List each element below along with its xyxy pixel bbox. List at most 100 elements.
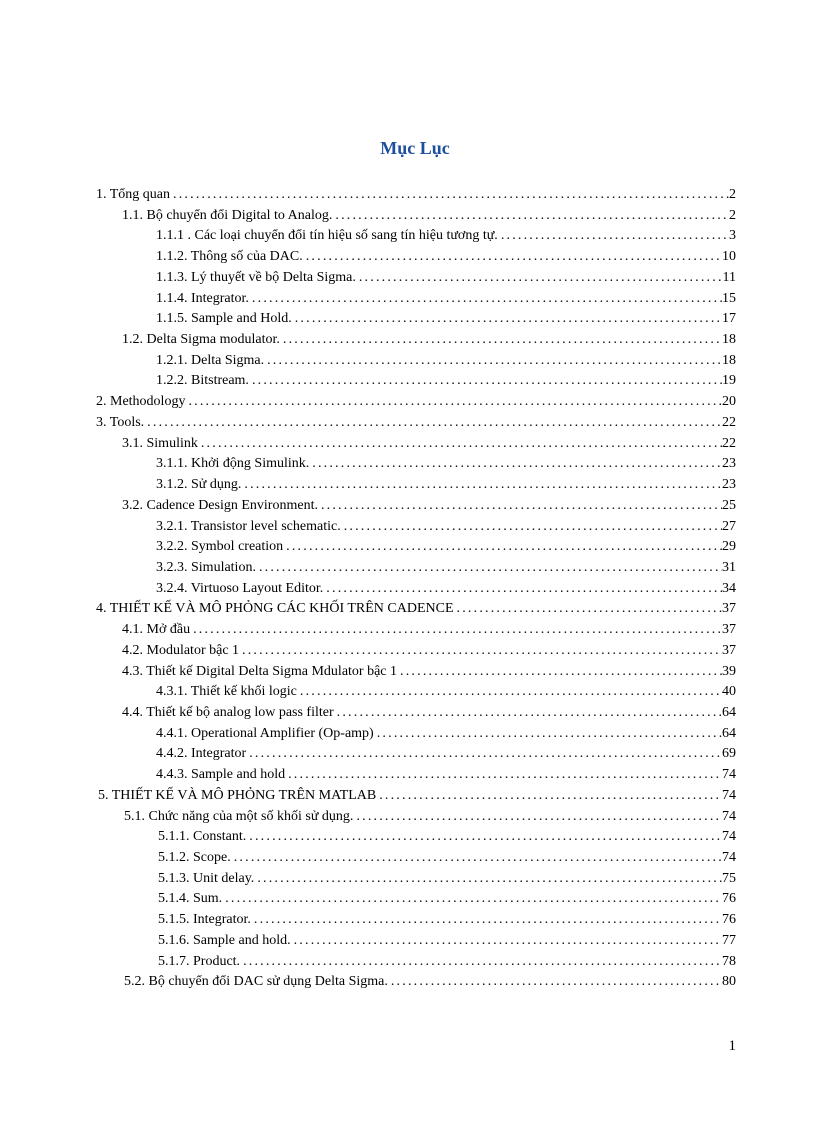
- toc-entry-page: 76: [722, 889, 736, 910]
- toc-entry: 3.1.2. Sử dụng.23: [94, 475, 736, 496]
- toc-entry: 1.2. Delta Sigma modulator.18: [94, 330, 736, 351]
- toc-entry-page: 10: [722, 247, 736, 268]
- toc-entry: 4.4. Thiết kế bộ analog low pass filter6…: [94, 703, 736, 724]
- toc-entry-label: 1.1.1 . Các loại chuyển đổi tín hiệu số …: [156, 226, 498, 247]
- toc-entry-label: 1.1. Bộ chuyển đổi Digital to Analog.: [122, 206, 332, 227]
- toc-entry-label: 4.3.1. Thiết kế khối logic: [156, 682, 297, 703]
- toc-entry-page: 78: [722, 952, 736, 973]
- toc-leader-dots: [240, 952, 722, 973]
- toc-entry: 5.1.4. Sum.76: [94, 889, 736, 910]
- toc-entry: 4.3.1. Thiết kế khối logic 40: [94, 682, 736, 703]
- toc-entry-page: 74: [722, 848, 736, 869]
- toc-entry-label: 5.1. Chức năng của một số khối sử dụng.: [124, 807, 353, 828]
- toc-entry: 1.1.4. Integrator.15: [94, 289, 736, 310]
- toc-entry: 3.2.1. Transistor level schematic. 27: [94, 517, 736, 538]
- toc-entry: 1.1.2. Thông số của DAC. 10: [94, 247, 736, 268]
- toc-leader-dots: [254, 869, 722, 890]
- toc-entry-label: 4.4.1. Operational Amplifier (Op-amp): [156, 724, 374, 745]
- toc-entry-label: 3.2.2. Symbol creation: [156, 537, 283, 558]
- toc-entry-page: 74: [722, 807, 736, 828]
- toc-entry-page: 75: [722, 869, 736, 890]
- toc-leader-dots: [356, 268, 723, 289]
- toc-entry: 3.2.3. Simulation. 31: [94, 558, 736, 579]
- toc-entry-page: 31: [722, 558, 736, 579]
- toc-leader-dots: [231, 848, 722, 869]
- toc-entry-label: 3.2.1. Transistor level schematic.: [156, 517, 341, 538]
- toc-entry: 5.2. Bộ chuyển đổi DAC sử dụng Delta Sig…: [94, 972, 736, 993]
- toc-entry-page: 20: [722, 392, 736, 413]
- toc-entry: 4.4.2. Integrator69: [94, 744, 736, 765]
- toc-entry-page: 74: [722, 786, 736, 807]
- toc-leader-dots: [285, 765, 722, 786]
- toc-entry-label: 5.1.6. Sample and hold.: [158, 931, 291, 952]
- toc-entry-label: 5.2. Bộ chuyển đổi DAC sử dụng Delta Sig…: [124, 972, 388, 993]
- toc-list: 1. Tổng quan21.1. Bộ chuyển đổi Digital …: [94, 185, 736, 993]
- toc-entry-page: 19: [722, 371, 736, 392]
- page-number: 1: [729, 1038, 737, 1055]
- toc-entry: 4.1. Mở đầu37: [94, 620, 736, 641]
- toc-entry-page: 15: [722, 289, 736, 310]
- toc-entry-page: 25: [722, 496, 736, 517]
- toc-entry: 1.1.5. Sample and Hold. 17: [94, 309, 736, 330]
- toc-entry: 5.1. Chức năng của một số khối sử dụng. 7…: [94, 807, 736, 828]
- toc-title: Mục Lục: [94, 138, 736, 159]
- toc-entry-label: 1.1.5. Sample and Hold.: [156, 309, 292, 330]
- toc-entry: 2. Methodology 20: [94, 392, 736, 413]
- toc-entry-page: 77: [722, 931, 736, 952]
- toc-leader-dots: [292, 309, 722, 330]
- toc-entry: 1.1. Bộ chuyển đổi Digital to Analog. 2: [94, 206, 736, 227]
- toc-entry: 1.1.1 . Các loại chuyển đổi tín hiệu số …: [94, 226, 736, 247]
- toc-leader-dots: [397, 662, 722, 683]
- toc-entry-page: 2: [729, 206, 736, 227]
- toc-leader-dots: [376, 786, 722, 807]
- toc-entry-label: 1.2.2. Bitstream.: [156, 371, 249, 392]
- toc-entry-page: 17: [722, 309, 736, 330]
- toc-entry-label: 5.1.2. Scope.: [158, 848, 231, 869]
- toc-entry-page: 76: [722, 910, 736, 931]
- toc-leader-dots: [341, 517, 722, 538]
- toc-entry: 5.1.1. Constant.74: [94, 827, 736, 848]
- toc-leader-dots: [144, 413, 722, 434]
- toc-entry-label: 1.1.2. Thông số của DAC.: [156, 247, 303, 268]
- toc-entry-page: 37: [722, 641, 736, 662]
- toc-entry: 4.3. Thiết kế Digital Delta Sigma Mdulat…: [94, 662, 736, 683]
- toc-entry-page: 40: [722, 682, 736, 703]
- toc-leader-dots: [249, 289, 722, 310]
- toc-entry-label: 5.1.3. Unit delay.: [158, 869, 254, 890]
- toc-entry-label: 3.2. Cadence Design Environment.: [122, 496, 318, 517]
- toc-entry-label: 2. Methodology: [96, 392, 185, 413]
- toc-leader-dots: [374, 724, 722, 745]
- toc-leader-dots: [318, 496, 722, 517]
- toc-leader-dots: [323, 579, 722, 600]
- toc-entry-label: 5. THIẾT KẾ VÀ MÔ PHỎNG TRÊN MATLAB: [98, 786, 376, 807]
- toc-entry-page: 18: [722, 351, 736, 372]
- toc-leader-dots: [309, 454, 722, 475]
- toc-entry-page: 37: [722, 599, 736, 620]
- toc-entry: 3.2.4. Virtuoso Layout Editor.34: [94, 579, 736, 600]
- toc-entry-page: 80: [722, 972, 736, 993]
- toc-leader-dots: [303, 247, 722, 268]
- toc-entry: 1.2.1. Delta Sigma.18: [94, 351, 736, 372]
- toc-entry: 5.1.2. Scope. 74: [94, 848, 736, 869]
- toc-entry-label: 4.1. Mở đầu: [122, 620, 190, 641]
- toc-leader-dots: [246, 827, 722, 848]
- toc-leader-dots: [249, 371, 722, 392]
- toc-entry-label: 3.2.3. Simulation.: [156, 558, 256, 579]
- toc-leader-dots: [334, 703, 722, 724]
- toc-entry-page: 39: [722, 662, 736, 683]
- toc-leader-dots: [297, 682, 722, 703]
- toc-entry-page: 22: [722, 413, 736, 434]
- toc-entry-label: 5.1.7. Product.: [158, 952, 240, 973]
- toc-entry: 3. Tools.22: [94, 413, 736, 434]
- toc-entry: 5. THIẾT KẾ VÀ MÔ PHỎNG TRÊN MATLAB 74: [94, 786, 736, 807]
- toc-entry-page: 11: [723, 268, 736, 289]
- toc-leader-dots: [498, 226, 729, 247]
- toc-entry: 5.1.3. Unit delay. 75: [94, 869, 736, 890]
- toc-entry-label: 3.1.1. Khởi động Simulink.: [156, 454, 309, 475]
- toc-entry-page: 2: [729, 185, 736, 206]
- toc-entry-page: 29: [722, 537, 736, 558]
- toc-entry-page: 27: [722, 517, 736, 538]
- toc-entry: 1.1.3. Lý thuyết về bộ Delta Sigma.11: [94, 268, 736, 289]
- toc-entry-page: 64: [722, 724, 736, 745]
- toc-entry-page: 34: [722, 579, 736, 600]
